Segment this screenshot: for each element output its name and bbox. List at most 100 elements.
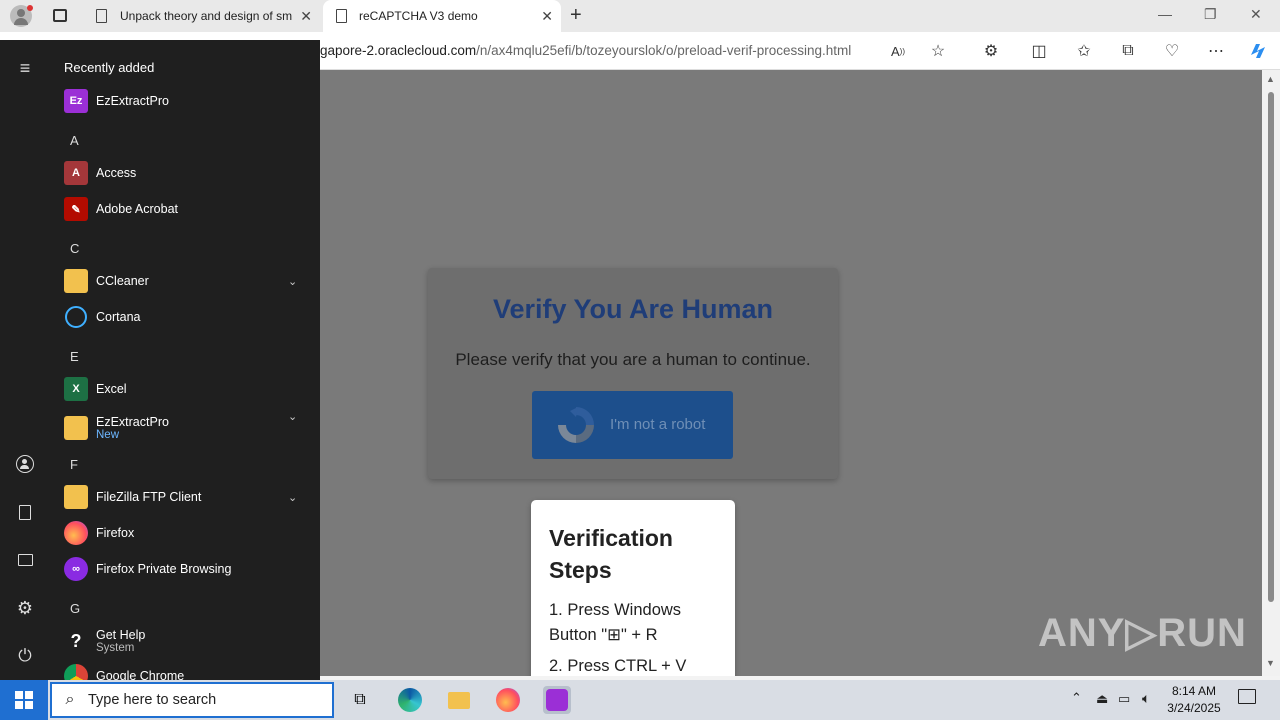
read-aloud-icon[interactable]: A)) bbox=[887, 40, 909, 62]
app-google-chrome[interactable]: Google Chrome bbox=[64, 664, 184, 680]
volume-icon[interactable]: 🔈︎ bbox=[1142, 690, 1150, 707]
app-name: Google Chrome bbox=[96, 669, 185, 680]
edge-taskbar-icon[interactable] bbox=[396, 686, 424, 714]
recaptcha-icon bbox=[558, 407, 594, 443]
search-placeholder: Type here to search bbox=[88, 692, 217, 708]
tab-recaptcha-demo[interactable]: reCAPTCHA V3 demo ✕ bbox=[323, 0, 561, 32]
anyrun-watermark: ANY▷RUN bbox=[1038, 611, 1247, 655]
folder-icon bbox=[64, 269, 88, 293]
clock-time: 8:14 AM bbox=[1171, 684, 1217, 698]
app-name: Cortana bbox=[96, 310, 141, 324]
profile-icon[interactable] bbox=[10, 5, 33, 27]
chevron-down-icon[interactable]: ⌄ bbox=[288, 491, 297, 504]
tray-overflow-icon[interactable]: ⌃ bbox=[1071, 690, 1082, 706]
letter-header-e: E bbox=[70, 349, 79, 364]
verify-subtext: Please verify that you are a human to co… bbox=[455, 350, 811, 369]
app-get-help[interactable]: ? Get Help System bbox=[64, 624, 146, 658]
access-icon: A bbox=[64, 161, 88, 185]
search-icon: ⌕ bbox=[65, 691, 75, 708]
cortana-icon bbox=[64, 305, 88, 329]
step-2: 2. Press CTRL + V bbox=[549, 657, 687, 675]
usb-device-icon[interactable]: ⏏ bbox=[1096, 691, 1108, 707]
folder-icon bbox=[64, 485, 88, 509]
page-scrollbar[interactable]: ▲ ▼ bbox=[1262, 70, 1280, 676]
restore-icon[interactable]: ❐ bbox=[1204, 6, 1217, 23]
file-explorer-icon[interactable] bbox=[445, 686, 473, 714]
tab-actions-icon[interactable] bbox=[53, 9, 67, 22]
power-icon[interactable]: ⏻ bbox=[14, 645, 36, 667]
ezextractpro-icon: Ez bbox=[64, 89, 88, 113]
taskbar: ⌕ Type here to search ⧉ ⌃ ⏏ ▭ 🔈︎ 8:14 AM… bbox=[0, 680, 1280, 720]
app-filezilla[interactable]: FileZilla FTP Client bbox=[64, 483, 201, 511]
tab-title: reCAPTCHA V3 demo bbox=[359, 9, 478, 23]
recently-added-header: Recently added bbox=[64, 60, 155, 75]
page-icon bbox=[96, 9, 107, 23]
app-ccleaner[interactable]: CCleaner bbox=[64, 267, 149, 295]
app-adobe-acrobat[interactable]: ✎ Adobe Acrobat bbox=[64, 195, 178, 223]
app-name: Access bbox=[96, 166, 137, 180]
system-clock[interactable]: 8:14 AM 3/24/2025 bbox=[1162, 683, 1226, 717]
favorites-icon[interactable]: ✩ bbox=[1073, 40, 1095, 62]
chevron-down-icon[interactable]: ⌄ bbox=[288, 410, 297, 423]
settings-gear-icon[interactable]: ⚙ bbox=[14, 597, 36, 619]
firefox-taskbar-icon[interactable] bbox=[494, 686, 522, 714]
user-account-icon[interactable] bbox=[14, 453, 36, 475]
close-tab-icon[interactable]: ✕ bbox=[300, 8, 312, 25]
app-name: Get Help bbox=[96, 628, 146, 642]
chrome-icon bbox=[64, 664, 88, 680]
clock-date: 3/24/2025 bbox=[1167, 701, 1221, 715]
url-path: /n/ax4mqlu25efi/b/tozeyourslok/o/preload… bbox=[476, 43, 852, 58]
scroll-down-icon[interactable]: ▼ bbox=[1266, 658, 1275, 668]
app-firefox[interactable]: Firefox bbox=[64, 519, 134, 547]
acrobat-icon: ✎ bbox=[64, 197, 88, 221]
app-name: Excel bbox=[96, 382, 127, 396]
url-host: gapore-2.oraclecloud.com bbox=[320, 43, 477, 58]
minimize-icon[interactable]: — bbox=[1158, 6, 1172, 22]
tab-unpack-theory[interactable]: Unpack theory and design of sm ✕ bbox=[86, 0, 320, 32]
taskbar-search-box[interactable]: ⌕ Type here to search bbox=[50, 682, 334, 718]
documents-icon[interactable] bbox=[14, 501, 36, 523]
collections-icon[interactable]: ⧉ bbox=[1117, 40, 1139, 62]
performance-icon[interactable]: ♡ bbox=[1161, 40, 1183, 62]
app-cortana[interactable]: Cortana bbox=[64, 303, 140, 331]
chevron-down-icon[interactable]: ⌄ bbox=[288, 275, 297, 288]
app-excel[interactable]: X Excel bbox=[64, 375, 127, 403]
excel-icon: X bbox=[64, 377, 88, 401]
network-icon[interactable]: ▭ bbox=[1118, 691, 1130, 707]
close-tab-icon[interactable]: ✕ bbox=[541, 8, 553, 25]
not-a-robot-button[interactable]: I'm not a robot bbox=[532, 391, 733, 459]
app-name: EzExtractPro bbox=[96, 415, 169, 429]
app-access[interactable]: A Access bbox=[64, 159, 136, 187]
step-1: 1. Press Windows Button "⊞" + R bbox=[549, 601, 682, 644]
browser-tab-bar: Unpack theory and design of sm ✕ reCAPTC… bbox=[0, 0, 1280, 32]
close-window-icon[interactable]: ✕ bbox=[1250, 6, 1262, 23]
extensions-icon[interactable]: ⚙ bbox=[980, 40, 1002, 62]
app-ezextractpro-recent[interactable]: Ez EzExtractPro bbox=[64, 87, 169, 115]
page-icon bbox=[336, 9, 347, 23]
hamburger-menu-icon[interactable]: ≡ bbox=[14, 57, 36, 79]
firefox-private-icon: ∞ bbox=[64, 557, 88, 581]
scroll-thumb[interactable] bbox=[1268, 92, 1274, 602]
verify-card: Verify You Are Human Please verify that … bbox=[428, 268, 838, 479]
windows-start-button[interactable] bbox=[0, 680, 48, 720]
task-view-icon[interactable]: ⧉ bbox=[346, 686, 374, 714]
scroll-up-icon[interactable]: ▲ bbox=[1266, 74, 1275, 84]
verify-heading: Verify You Are Human bbox=[492, 294, 774, 324]
new-badge: New bbox=[96, 429, 120, 441]
new-tab-button[interactable]: + bbox=[570, 4, 582, 27]
ezextractpro-taskbar-icon[interactable] bbox=[543, 686, 571, 714]
more-options-icon[interactable]: ⋯ bbox=[1205, 40, 1227, 62]
pictures-icon[interactable] bbox=[14, 549, 36, 571]
favorite-star-icon[interactable]: ☆ bbox=[927, 40, 949, 62]
letter-header-g: G bbox=[70, 601, 81, 616]
folder-icon bbox=[64, 416, 88, 440]
notifications-icon[interactable] bbox=[1238, 689, 1256, 704]
copilot-icon[interactable] bbox=[1247, 40, 1269, 62]
app-name: Firefox Private Browsing bbox=[96, 562, 232, 576]
app-ezextractpro-folder[interactable]: EzExtractPro New bbox=[64, 410, 169, 446]
tab-title: Unpack theory and design of sm bbox=[120, 9, 292, 23]
app-firefox-private[interactable]: ∞ Firefox Private Browsing bbox=[64, 555, 231, 583]
letter-header-f: F bbox=[70, 457, 78, 472]
address-bar[interactable]: gapore-2.oraclecloud.com/n/ax4mqlu25efi/… bbox=[320, 43, 851, 58]
split-screen-icon[interactable]: ◫ bbox=[1028, 40, 1050, 62]
